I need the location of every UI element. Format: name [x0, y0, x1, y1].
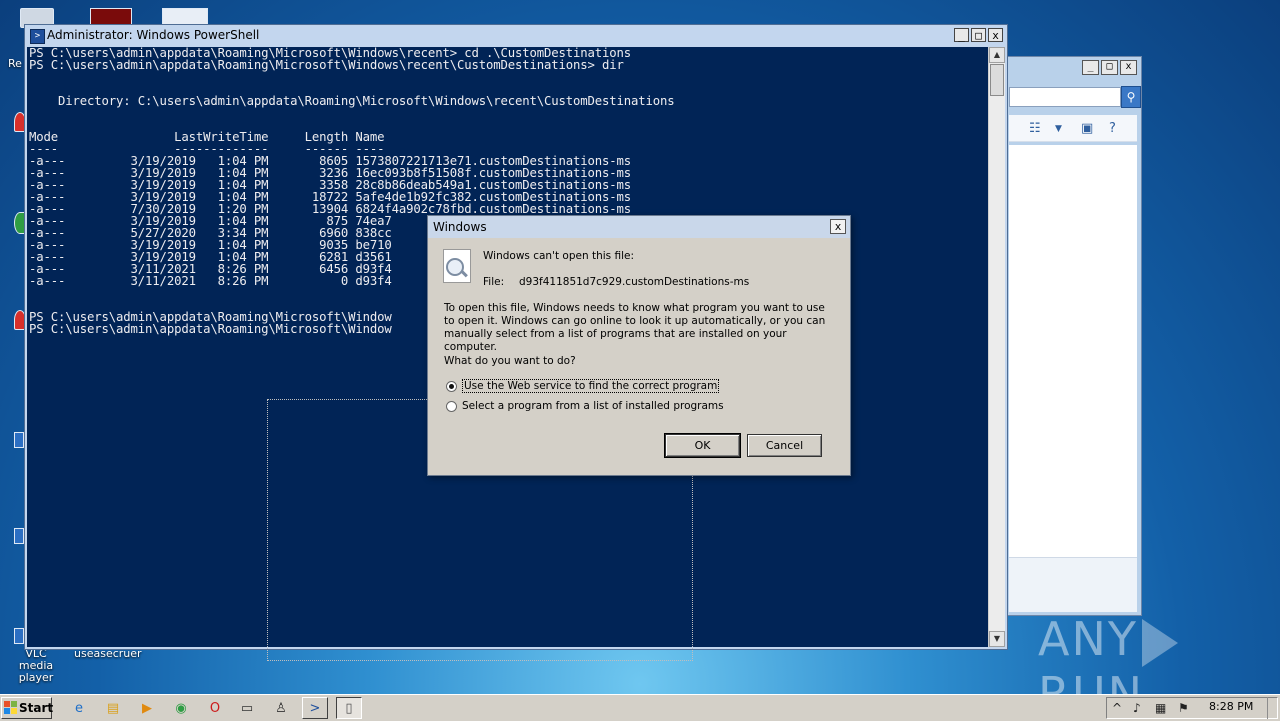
minimize-button[interactable]: _ [954, 28, 969, 42]
maximize-button[interactable]: □ [971, 28, 986, 42]
scroll-up-arrow-icon[interactable]: ▲ [989, 47, 1005, 63]
search-icon[interactable]: ⚲ [1121, 86, 1141, 108]
chrome-icon[interactable]: ◉ [168, 697, 194, 719]
option-web-service-label: Use the Web service to find the correct … [462, 379, 720, 393]
close-button[interactable]: x [988, 28, 1003, 42]
explorer-file-list[interactable] [1009, 145, 1137, 611]
dialog-close-button[interactable]: x [830, 219, 846, 234]
desktop-icon-label-recycle: Re [8, 57, 22, 70]
desktop-icon-label-vlc: VLC media player [18, 647, 54, 684]
start-label: Start [19, 701, 54, 715]
show-desktop-button[interactable] [1267, 697, 1280, 719]
opera-icon[interactable]: O [202, 697, 228, 719]
powershell-icon: > [30, 29, 45, 44]
powershell-taskbar-icon[interactable]: > [302, 697, 328, 719]
scroll-thumb[interactable] [990, 64, 1004, 96]
window-controls: _ □ x [954, 28, 1003, 42]
dialog-question: What do you want to do? [444, 355, 576, 367]
explorer-search-input[interactable] [1009, 87, 1121, 107]
option-installed-programs[interactable]: Select a program from a list of installe… [446, 400, 724, 412]
dialog-description: To open this file, Windows needs to know… [444, 302, 826, 353]
network-taskbar-icon[interactable]: ♙ [268, 697, 294, 719]
cmd-taskbar-icon[interactable]: ▭ [234, 697, 260, 719]
taskbar: Start e ▤ ▶ ◉ O ▭ ♙ > ▯ ^ ♪ ▦ ⚑ 8:28 PM [0, 694, 1280, 721]
minimize-button[interactable]: _ [1082, 60, 1099, 75]
network-icon[interactable]: ▦ [1155, 701, 1166, 715]
start-button[interactable]: Start [1, 697, 54, 719]
close-button[interactable]: x [1120, 60, 1137, 75]
media-player-icon[interactable]: ▶ [134, 697, 160, 719]
option-installed-programs-label: Select a program from a list of installe… [462, 400, 724, 412]
window-title: Administrator: Windows PowerShell [47, 28, 260, 42]
radio-web-service[interactable] [446, 380, 457, 392]
file-search-icon [443, 249, 471, 283]
dialog-titlebar[interactable]: Windows x [428, 216, 850, 238]
option-web-service[interactable]: Use the Web service to find the correct … [446, 379, 720, 393]
volume-icon[interactable]: ♪ [1133, 701, 1141, 715]
view-options-icon[interactable]: ☷ [1029, 121, 1041, 136]
clock[interactable]: 8:28 PM [1209, 700, 1253, 713]
vertical-scrollbar[interactable]: ▲ ▼ [988, 47, 1005, 647]
watermark-left: ANY [1038, 612, 1138, 666]
desktop-icon-generic2[interactable] [14, 528, 24, 544]
desktop-icon-vlc[interactable] [14, 628, 24, 644]
desktop-icon-generic1[interactable] [14, 432, 24, 448]
file-name: d93f411851d7c929.customDestinations-ms [519, 276, 750, 288]
windows-logo-icon [4, 701, 17, 714]
preview-pane-icon[interactable]: ▣ [1081, 121, 1093, 136]
chevron-down-icon[interactable]: ▼ [1055, 124, 1062, 134]
maximize-button[interactable]: □ [1101, 60, 1118, 75]
notepad-taskbar-icon[interactable]: ▯ [336, 697, 362, 719]
chevron-up-icon[interactable]: ^ [1112, 701, 1122, 715]
play-logo-icon [1141, 618, 1178, 667]
radio-installed-programs[interactable] [446, 400, 457, 412]
ok-button[interactable]: OK [664, 433, 741, 458]
explorer-details-pane [1009, 557, 1137, 612]
action-center-flag-icon[interactable]: ⚑ [1178, 701, 1189, 715]
dialog-heading: Windows can't open this file: [483, 250, 634, 262]
dialog-title: Windows [433, 220, 487, 234]
internet-explorer-icon[interactable]: e [66, 697, 92, 719]
file-explorer-icon[interactable]: ▤ [100, 697, 126, 719]
powershell-titlebar[interactable]: > Administrator: Windows PowerShell _ □ … [25, 25, 1007, 47]
scroll-down-arrow-icon[interactable]: ▼ [989, 631, 1005, 647]
cancel-button[interactable]: Cancel [747, 434, 822, 457]
explorer-window-controls: _ □ x [1082, 60, 1137, 75]
explorer-command-bar: ☷ ▼ ▣ ? [1009, 115, 1137, 142]
help-icon[interactable]: ? [1109, 121, 1116, 136]
open-with-dialog[interactable]: Windows x Windows can't open this file: … [427, 215, 851, 476]
file-label: File: [483, 276, 505, 288]
explorer-window[interactable]: _ □ x ⚲ ☷ ▼ ▣ ? [1006, 56, 1142, 616]
